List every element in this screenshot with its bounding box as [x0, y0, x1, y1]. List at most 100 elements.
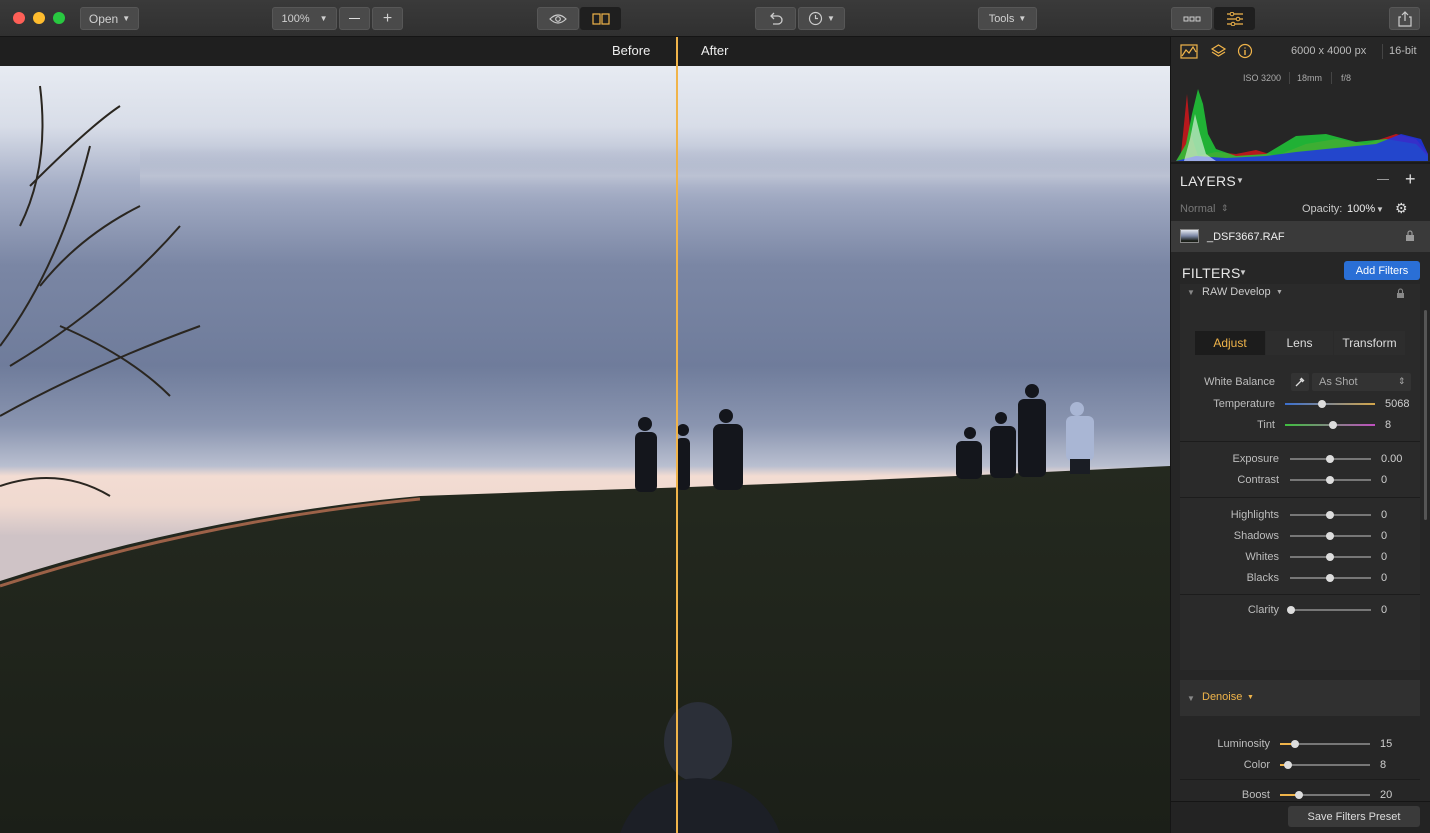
aperture: f/8 [1341, 73, 1352, 83]
slider-value[interactable]: 15 [1380, 738, 1392, 750]
clarity-slider[interactable] [1287, 606, 1371, 614]
slider-knob[interactable] [1326, 476, 1334, 484]
tab-adjust[interactable]: Adjust [1195, 331, 1265, 355]
slider-knob[interactable] [1295, 791, 1303, 799]
luminosity-slider[interactable] [1280, 740, 1370, 748]
layers-title[interactable]: LAYERS [1180, 173, 1236, 189]
history-dropdown[interactable]: ▼ [798, 7, 845, 30]
undo-icon [769, 12, 783, 25]
slider-knob[interactable] [1326, 511, 1334, 519]
zoom-in-button[interactable]: + [372, 7, 403, 30]
slider-value[interactable]: 5068 [1385, 398, 1409, 410]
chevron-down-icon: ▼ [122, 14, 131, 23]
thumbnails-icon [1183, 16, 1200, 21]
open-label: Open [88, 11, 119, 26]
highlights-slider[interactable] [1290, 511, 1371, 519]
slider-knob[interactable] [1318, 400, 1326, 408]
white-balance-value: As Shot [1319, 376, 1358, 388]
tint-slider[interactable] [1285, 421, 1375, 429]
slider-label: Luminosity [1217, 738, 1270, 750]
denoise-title[interactable]: Denoise [1202, 691, 1242, 703]
collapse-triangle-icon[interactable]: ▼ [1187, 288, 1195, 297]
slider-value[interactable]: 8 [1380, 759, 1386, 771]
chevron-down-icon[interactable]: ▼ [1276, 289, 1283, 296]
add-filters-button[interactable]: Add Filters [1344, 261, 1420, 280]
chevron-down-icon[interactable]: ▼ [1239, 268, 1247, 277]
lock-icon[interactable] [1405, 230, 1415, 242]
exposure-slider[interactable] [1290, 455, 1371, 463]
blend-mode-select[interactable]: Normal [1180, 203, 1215, 215]
lock-icon[interactable] [1396, 288, 1405, 299]
adjust-panel-button[interactable] [1214, 7, 1255, 30]
collapse-triangle-icon[interactable]: ▼ [1187, 694, 1195, 703]
slider-value[interactable]: 0.00 [1381, 453, 1402, 465]
compare-toggle-button[interactable] [580, 7, 621, 30]
slider-value[interactable]: 0 [1381, 604, 1387, 616]
slider-label: Clarity [1247, 604, 1279, 616]
share-button[interactable] [1389, 7, 1420, 30]
compare-divider-handle[interactable] [676, 37, 678, 833]
slider-knob[interactable] [1326, 574, 1334, 582]
iso-value: ISO 3200 [1243, 73, 1282, 83]
tools-dropdown[interactable]: Tools ▼ [978, 7, 1037, 30]
divider [1180, 779, 1420, 780]
save-filters-preset-button[interactable]: Save Filters Preset [1288, 806, 1420, 827]
updown-arrows-icon: ⇕ [1221, 203, 1229, 213]
shadows-slider[interactable] [1290, 532, 1371, 540]
zoom-dropdown[interactable]: 100% ▼ [272, 7, 337, 30]
zoom-window-button[interactable] [53, 12, 65, 24]
boost-slider[interactable] [1280, 791, 1370, 799]
after-label: After [701, 43, 729, 58]
histogram [1176, 89, 1428, 161]
raw-develop-title[interactable]: RAW Develop [1202, 286, 1271, 298]
open-button[interactable]: Open ▼ [80, 7, 139, 30]
slider-value[interactable]: 8 [1385, 419, 1391, 431]
slider-knob[interactable] [1329, 421, 1337, 429]
gear-icon[interactable]: ⚙ [1395, 200, 1408, 217]
histogram-icon[interactable] [1180, 44, 1198, 59]
image-canvas[interactable] [0, 66, 1170, 833]
slider-knob[interactable] [1326, 532, 1334, 540]
close-window-button[interactable] [13, 12, 25, 24]
blacks-slider[interactable] [1290, 574, 1371, 582]
slider-value[interactable]: 0 [1381, 509, 1387, 521]
chevron-down-icon[interactable]: ▼ [1247, 694, 1254, 701]
slider-value[interactable]: 20 [1380, 789, 1392, 801]
slider-value[interactable]: 0 [1381, 530, 1387, 542]
whites-slider[interactable] [1290, 553, 1371, 561]
slider-knob[interactable] [1326, 553, 1334, 561]
preview-toggle-button[interactable] [537, 7, 579, 30]
tab-lens[interactable]: Lens [1266, 331, 1333, 355]
divider [1180, 594, 1420, 595]
tools-label: Tools [988, 12, 1015, 25]
slider-knob[interactable] [1291, 740, 1299, 748]
slider-label: Shadows [1233, 530, 1279, 542]
slider-value[interactable]: 0 [1381, 551, 1387, 563]
sliders-icon [1226, 11, 1243, 26]
layers-icon[interactable] [1210, 43, 1227, 60]
chevron-down-icon[interactable]: ▼ [1376, 205, 1384, 214]
browser-view-button[interactable] [1171, 7, 1212, 30]
tab-transform[interactable]: Transform [1334, 331, 1405, 355]
info-icon[interactable] [1237, 43, 1253, 59]
minimize-window-button[interactable] [33, 12, 45, 24]
undo-button[interactable] [755, 7, 796, 30]
temperature-slider[interactable] [1285, 400, 1375, 408]
zoom-out-button[interactable] [339, 7, 370, 30]
opacity-value[interactable]: 100% [1347, 203, 1375, 215]
chevron-down-icon[interactable]: ▼ [1236, 176, 1244, 185]
slider-knob[interactable] [1287, 606, 1295, 614]
slider-knob[interactable] [1326, 455, 1334, 463]
compare-bar [0, 37, 1170, 66]
remove-layer-button[interactable] [1377, 179, 1389, 180]
filters-title[interactable]: FILTERS [1182, 265, 1241, 281]
contrast-slider[interactable] [1290, 476, 1371, 484]
eyedropper-button[interactable] [1291, 373, 1309, 391]
slider-value[interactable]: 0 [1381, 474, 1387, 486]
slider-knob[interactable] [1284, 761, 1292, 769]
scrollbar[interactable] [1424, 310, 1427, 520]
add-layer-button[interactable]: + [1405, 169, 1416, 190]
slider-value[interactable]: 0 [1381, 572, 1387, 584]
slider-label: Tint [1257, 419, 1275, 431]
color-slider[interactable] [1280, 761, 1370, 769]
